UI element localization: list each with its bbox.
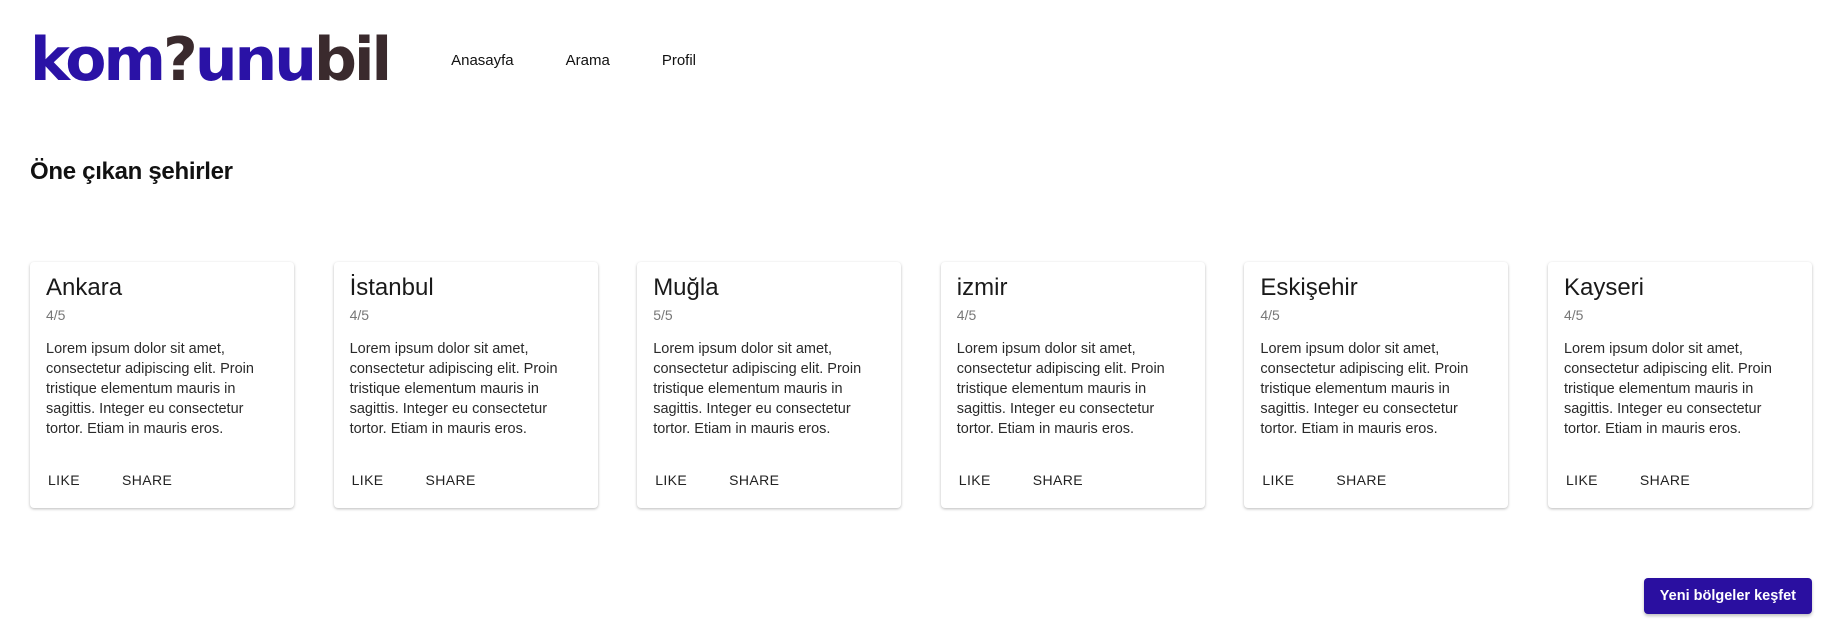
nav-item-arama[interactable]: Arama (540, 46, 636, 75)
main-nav: Anasayfa Arama Profil (425, 46, 722, 75)
city-card: İstanbul 4/5 Lorem ipsum dolor sit amet,… (333, 262, 598, 508)
card-title: İstanbul (349, 274, 434, 301)
card-title: Kayseri (1563, 274, 1644, 301)
card-description: Lorem ipsum dolor sit amet, consectetur … (653, 340, 862, 437)
card-actions: LIKE SHARE (645, 466, 811, 494)
card-title: izmir (956, 274, 1008, 301)
share-button[interactable]: SHARE (112, 466, 182, 494)
nav-item-anasayfa[interactable]: Anasayfa (425, 46, 540, 75)
share-button[interactable]: SHARE (719, 466, 789, 494)
card-rating: 4/5 (1260, 306, 1280, 323)
card-title: Muğla (653, 274, 719, 301)
card-description: Lorem ipsum dolor sit amet, consectetur … (1260, 340, 1469, 437)
city-card: Muğla 5/5 Lorem ipsum dolor sit amet, co… (637, 262, 902, 508)
city-cards: Ankara 4/5 Lorem ipsum dolor sit amet, c… (30, 262, 1812, 508)
card-description: Lorem ipsum dolor sit amet, consectetur … (349, 340, 558, 437)
logo-question-mark: ? (163, 25, 198, 95)
card-title: Ankara (46, 274, 123, 301)
city-card: Kayseri 4/5 Lorem ipsum dolor sit amet, … (1547, 262, 1812, 508)
card-description: Lorem ipsum dolor sit amet, consectetur … (956, 340, 1165, 437)
card-description: Lorem ipsum dolor sit amet, consectetur … (1563, 340, 1772, 437)
city-card: Ankara 4/5 Lorem ipsum dolor sit amet, c… (30, 262, 294, 508)
header: kom? unu bil Anasayfa Arama Profil (30, 24, 722, 96)
like-button[interactable]: LIKE (1556, 466, 1608, 494)
share-button[interactable]: SHARE (1326, 466, 1396, 494)
card-rating: 4/5 (956, 306, 977, 323)
nav-item-profil[interactable]: Profil (636, 46, 722, 75)
share-button[interactable]: SHARE (416, 466, 486, 494)
like-button[interactable]: LIKE (342, 466, 394, 494)
section-title: Öne çıkan şehirler (30, 158, 233, 185)
card-actions: LIKE SHARE (38, 466, 204, 494)
like-button[interactable]: LIKE (38, 466, 90, 494)
logo-part-unu: unu (194, 25, 317, 95)
card-title: Eskişehir (1260, 274, 1358, 301)
like-button[interactable]: LIKE (645, 466, 697, 494)
card-rating: 4/5 (1563, 306, 1584, 323)
like-button[interactable]: LIKE (949, 466, 1001, 494)
card-actions: LIKE SHARE (1252, 466, 1418, 494)
card-description: Lorem ipsum dolor sit amet, consectetur … (46, 340, 254, 437)
logo[interactable]: kom? unu bil (30, 25, 392, 95)
logo-part-bil: bil (314, 25, 392, 95)
share-button[interactable]: SHARE (1023, 466, 1093, 494)
card-actions: LIKE SHARE (342, 466, 508, 494)
explore-new-regions-button[interactable]: Yeni bölgeler keşfet (1643, 578, 1812, 614)
card-rating: 4/5 (349, 306, 370, 323)
city-card: Eskişehir 4/5 Lorem ipsum dolor sit amet… (1244, 262, 1509, 508)
card-rating: 4/5 (46, 306, 66, 323)
share-button[interactable]: SHARE (1630, 466, 1700, 494)
like-button[interactable]: LIKE (1252, 466, 1304, 494)
card-actions: LIKE SHARE (1556, 466, 1722, 494)
logo-part-kom: kom (30, 25, 166, 95)
card-rating: 5/5 (653, 306, 673, 323)
card-actions: LIKE SHARE (949, 466, 1115, 494)
city-card: izmir 4/5 Lorem ipsum dolor sit amet, co… (940, 262, 1205, 508)
